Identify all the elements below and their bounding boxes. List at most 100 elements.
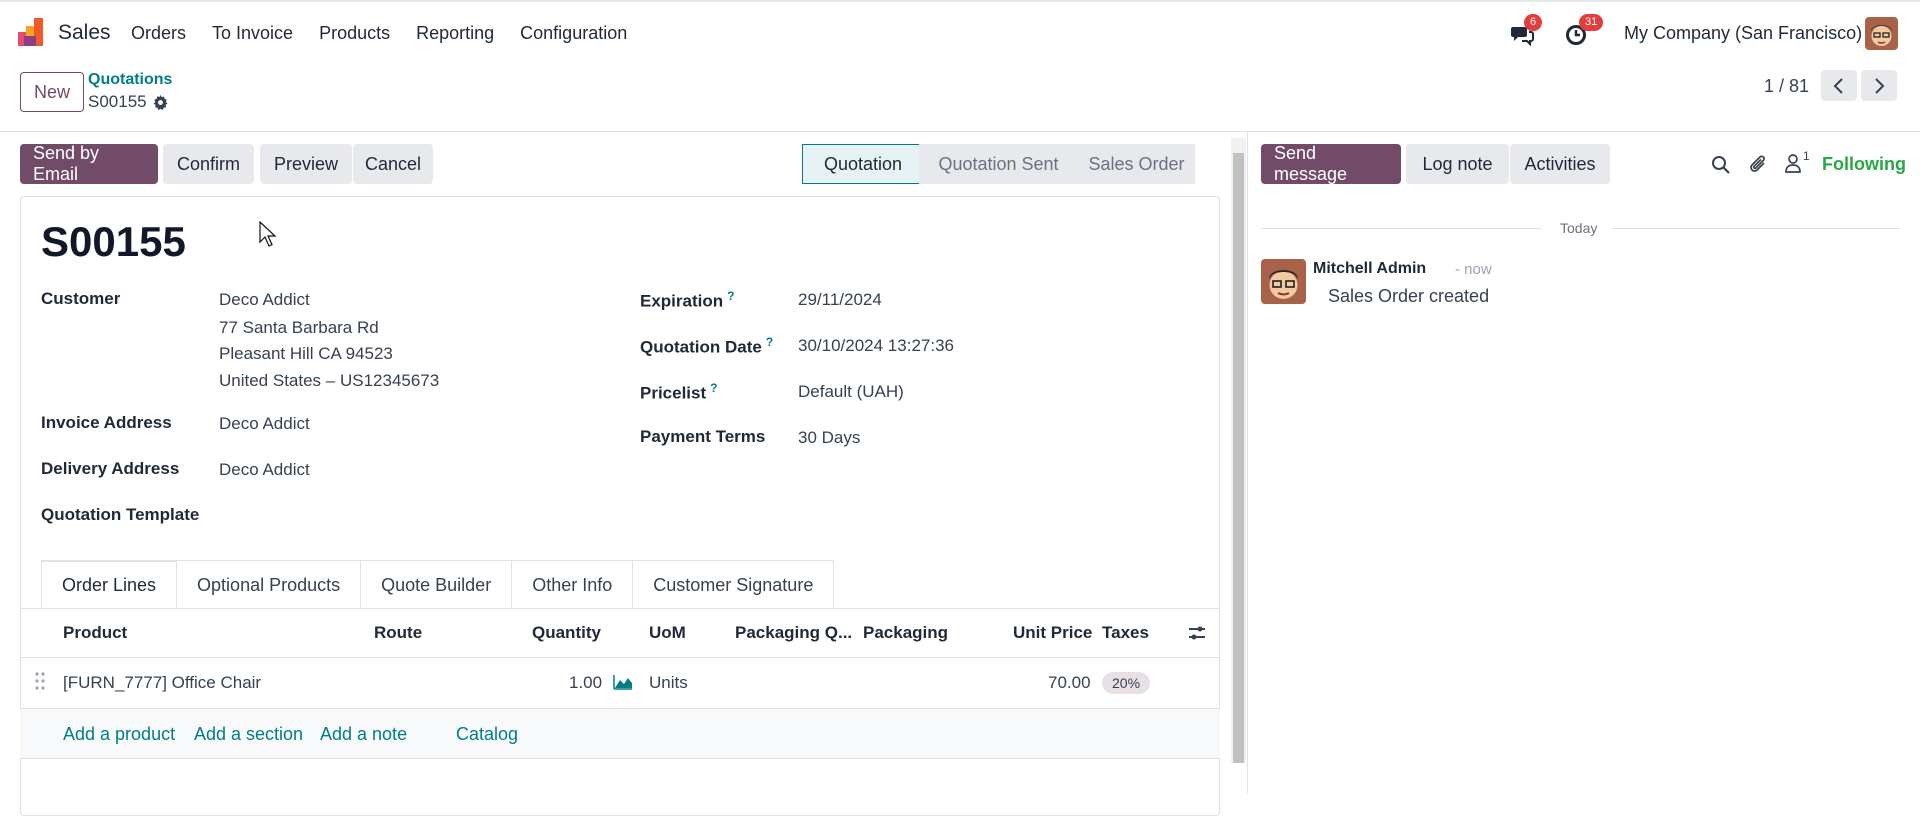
cell-unit-price[interactable]: 70.00	[1048, 673, 1091, 693]
row-divider	[20, 758, 1220, 759]
user-avatar[interactable]	[1865, 17, 1898, 50]
main-menu: Orders To Invoice Products Reporting Con…	[131, 23, 627, 44]
expiration-field[interactable]: 29/11/2024	[798, 290, 882, 310]
breadcrumb-quotations[interactable]: Quotations	[88, 71, 172, 89]
quotation-date-field[interactable]: 30/10/2024 13:27:36	[798, 336, 954, 356]
author-avatar-icon	[1261, 259, 1306, 304]
expiration-label-text: Expiration	[640, 291, 724, 311]
author-avatar[interactable]	[1261, 259, 1306, 304]
stage-sales-order[interactable]: Sales Order	[1064, 144, 1195, 184]
log-note-button[interactable]: Log note	[1406, 144, 1509, 184]
menu-to-invoice[interactable]: To Invoice	[212, 23, 293, 44]
tab-divider	[20, 608, 1220, 609]
message-author[interactable]: Mitchell Admin	[1313, 260, 1426, 278]
add-section-link[interactable]: Add a section	[194, 724, 303, 745]
menu-orders[interactable]: Orders	[131, 23, 186, 44]
invoice-address-label: Invoice Address	[41, 413, 172, 432]
following-button[interactable]: Following	[1822, 154, 1906, 175]
tab-order-lines[interactable]: Order Lines	[41, 560, 178, 609]
form-scrollbar-thumb[interactable]	[1233, 153, 1244, 763]
cell-quantity[interactable]: 1.00	[569, 673, 602, 693]
followers-icon[interactable]	[1784, 153, 1802, 173]
app-name[interactable]: Sales	[58, 21, 111, 45]
add-product-link[interactable]: Add a product	[63, 724, 175, 745]
quotation-template-label: Quotation Template	[41, 505, 200, 524]
tab-optional-products[interactable]: Optional Products	[176, 560, 362, 609]
help-tooltip-icon[interactable]: ?	[727, 289, 734, 303]
quotation-template-field[interactable]	[219, 505, 599, 527]
pricelist-field[interactable]: Default (UAH)	[798, 382, 904, 402]
new-button[interactable]: New	[20, 72, 84, 112]
delivery-address-field[interactable]: Deco Addict	[219, 460, 310, 480]
column-packaging-qty[interactable]: Packaging Q...	[735, 623, 852, 643]
mouse-cursor-icon	[259, 221, 277, 247]
menu-reporting[interactable]: Reporting	[416, 23, 494, 44]
top-navbar: Sales Orders To Invoice Products Reporti…	[0, 0, 1920, 64]
tab-quote-builder[interactable]: Quote Builder	[360, 560, 513, 609]
cell-uom[interactable]: Units	[649, 673, 688, 693]
pricelist-label: Pricelist?	[640, 381, 718, 404]
gear-icon[interactable]	[153, 94, 168, 110]
status-bar: Quotation Quotation Sent Sales Order	[802, 144, 1195, 184]
column-packaging[interactable]: Packaging	[863, 623, 948, 643]
activities-menu[interactable]: 31	[1565, 14, 1604, 51]
help-tooltip-icon[interactable]: ?	[766, 335, 773, 349]
quotation-date-label: Quotation Date?	[640, 335, 773, 358]
paperclip-icon[interactable]	[1749, 154, 1769, 176]
optional-columns-icon[interactable]	[1188, 624, 1206, 642]
followers-count: 1	[1803, 149, 1810, 163]
user-avatar-icon	[1865, 17, 1898, 50]
column-product[interactable]: Product	[63, 623, 127, 643]
add-note-link[interactable]: Add a note	[320, 724, 407, 745]
payment-terms-label: Payment Terms	[640, 427, 766, 446]
activities-badge: 31	[1579, 14, 1604, 31]
search-icon[interactable]	[1711, 155, 1731, 175]
tax-badge[interactable]: 20%	[1102, 672, 1151, 694]
menu-products[interactable]: Products	[319, 23, 390, 44]
confirm-button[interactable]: Confirm	[163, 144, 254, 184]
customer-city: Pleasant Hill CA 94523	[219, 344, 393, 363]
drag-handle-icon[interactable]	[35, 672, 45, 690]
forecast-chart-icon[interactable]	[613, 674, 633, 690]
company-switcher[interactable]: My Company (San Francisco)	[1624, 23, 1862, 44]
pricelist-label-text: Pricelist	[640, 383, 707, 403]
expiration-label: Expiration?	[640, 289, 734, 312]
stage-quotation-sent-label: Quotation Sent	[938, 153, 1059, 174]
customer-name[interactable]: Deco Addict	[219, 290, 310, 310]
menu-configuration[interactable]: Configuration	[520, 23, 627, 44]
stage-quotation-sent[interactable]: Quotation Sent	[919, 144, 1064, 184]
column-route[interactable]: Route	[374, 623, 422, 643]
record-title: S00155	[41, 218, 186, 265]
column-unit-price[interactable]: Unit Price	[1013, 623, 1092, 643]
pager-next-button[interactable]	[1861, 70, 1897, 101]
activities-button[interactable]: Activities	[1510, 144, 1610, 184]
column-uom[interactable]: UoM	[649, 623, 686, 643]
sales-app-icon[interactable]	[18, 18, 48, 46]
stage-quotation[interactable]: Quotation	[802, 144, 920, 184]
pager-previous-button[interactable]	[1821, 70, 1857, 101]
catalog-link[interactable]: Catalog	[456, 724, 518, 745]
message-body: Sales Order created	[1328, 286, 1490, 306]
send-by-email-button[interactable]: Send by Email	[20, 143, 158, 184]
chevron-right-icon	[1875, 77, 1885, 94]
messages-menu[interactable]: 6	[1510, 14, 1543, 51]
cancel-button[interactable]: Cancel	[353, 144, 433, 184]
customer-street: 77 Santa Barbara Rd	[219, 318, 379, 337]
message-time: - now	[1455, 261, 1492, 278]
payment-terms-field[interactable]: 30 Days	[798, 428, 860, 448]
help-tooltip-icon[interactable]: ?	[710, 381, 717, 395]
send-message-button[interactable]: Send message	[1261, 143, 1401, 184]
preview-button[interactable]: Preview	[260, 144, 352, 184]
invoice-address-field[interactable]: Deco Addict	[219, 414, 310, 434]
pager-value[interactable]: 1 / 81	[1764, 76, 1809, 97]
chatter-divider	[1247, 132, 1248, 793]
chevron-left-icon	[1833, 77, 1843, 94]
tab-other-info[interactable]: Other Info	[511, 560, 634, 609]
tab-customer-signature[interactable]: Customer Signature	[632, 560, 835, 609]
column-quantity[interactable]: Quantity	[532, 623, 601, 643]
delivery-address-label: Delivery Address	[41, 459, 180, 478]
column-taxes[interactable]: Taxes	[1102, 623, 1149, 643]
cell-product[interactable]: [FURN_7777] Office Chair	[63, 673, 261, 693]
control-panel-divider	[0, 131, 1920, 132]
customer-label: Customer	[41, 289, 121, 308]
